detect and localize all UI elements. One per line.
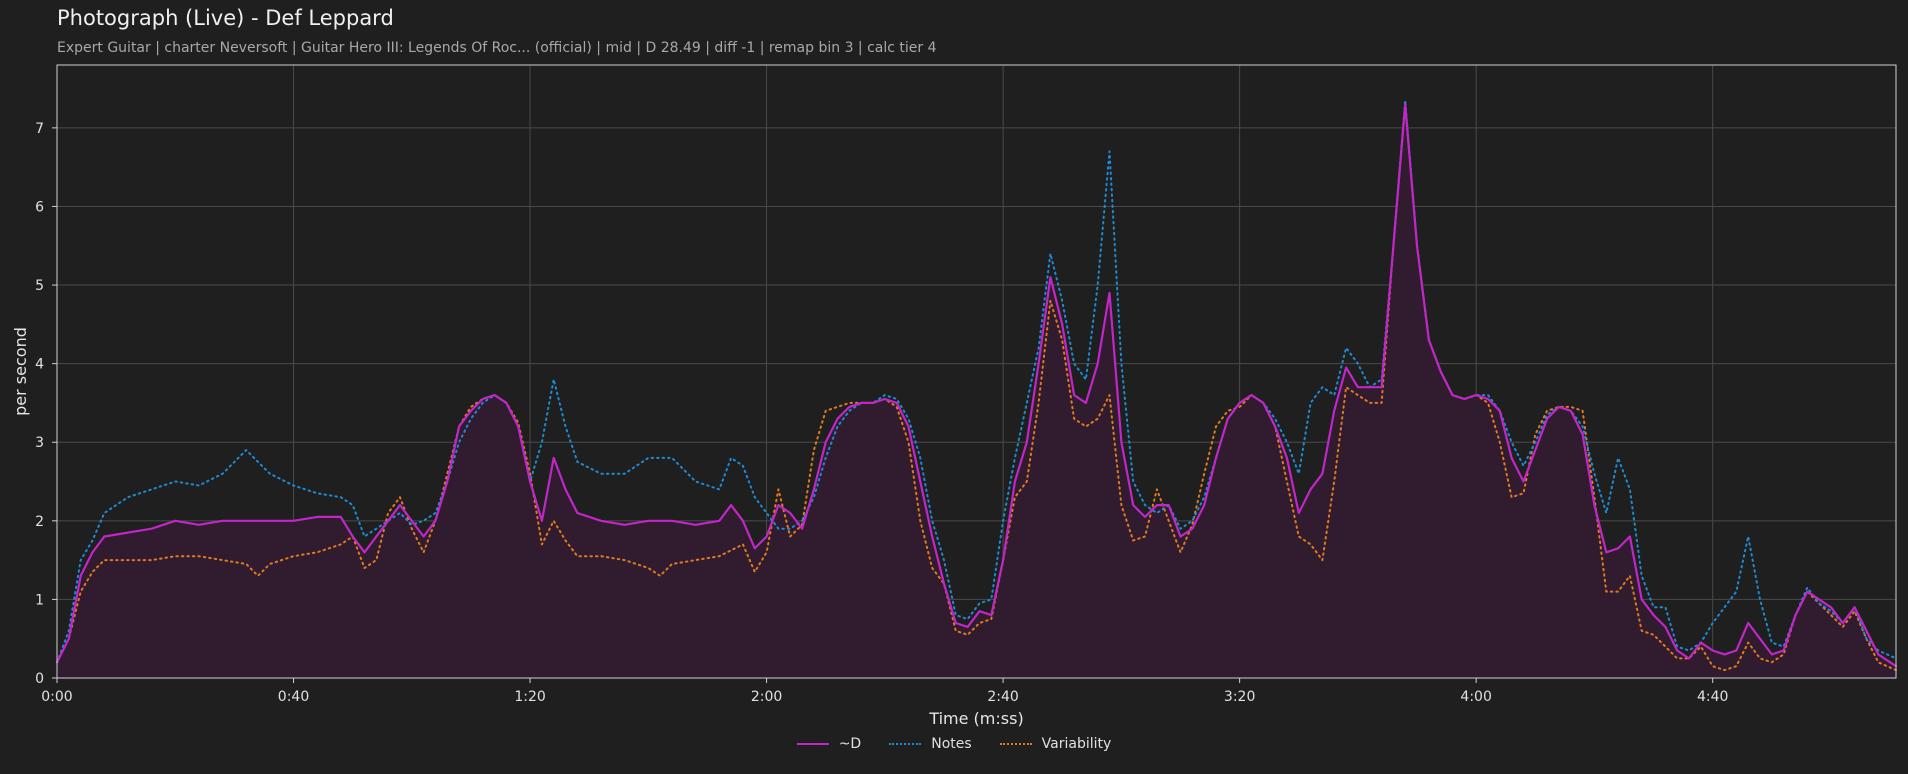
y-tick-label-1: 1 bbox=[35, 592, 44, 608]
line-chart: 0:00 0:40 1:20 2:00 2:40 3:20 4:00 4:40 0 1 2 3 4 5 6 7… bbox=[11, 64, 1898, 728]
y-tick-label-2: 2 bbox=[35, 514, 44, 530]
legend-item-1: Notes bbox=[889, 736, 972, 752]
x-tick-label-3: 2:00 bbox=[751, 689, 782, 705]
y-tick-label-4: 4 bbox=[35, 357, 44, 373]
legend-swatch-2 bbox=[999, 743, 1032, 745]
y-axis-label: per second bbox=[11, 327, 30, 416]
y-tick-label-7: 7 bbox=[35, 121, 44, 137]
legend-item-0: ~D bbox=[796, 736, 862, 752]
x-tick-label-0: 0:00 bbox=[41, 689, 72, 705]
legend-label-0: ~D bbox=[838, 736, 862, 752]
x-tick-label-5: 3:20 bbox=[1224, 689, 1255, 705]
legend-label-2: Variability bbox=[1041, 736, 1112, 752]
legend-swatch-0 bbox=[796, 743, 829, 745]
y-tick-label-6: 6 bbox=[35, 199, 44, 215]
y-tick-label-0: 0 bbox=[35, 671, 44, 687]
y-tick-label-3: 3 bbox=[35, 435, 44, 451]
legend-label-1: Notes bbox=[931, 736, 972, 752]
legend-item-2: Variability bbox=[999, 736, 1112, 752]
x-tick-label-2: 1:20 bbox=[514, 689, 545, 705]
y-tick-label-5: 5 bbox=[35, 278, 44, 294]
x-tick-label-4: 2:40 bbox=[987, 689, 1018, 705]
legend-swatch-1 bbox=[889, 743, 922, 745]
x-tick-label-1: 0:40 bbox=[278, 689, 309, 705]
x-axis-label: Time (m:ss) bbox=[928, 709, 1023, 728]
x-tick-label-6: 4:00 bbox=[1460, 689, 1491, 705]
chart-legend: ~D Notes Variability bbox=[0, 736, 1908, 752]
x-tick-label-7: 4:40 bbox=[1697, 689, 1728, 705]
